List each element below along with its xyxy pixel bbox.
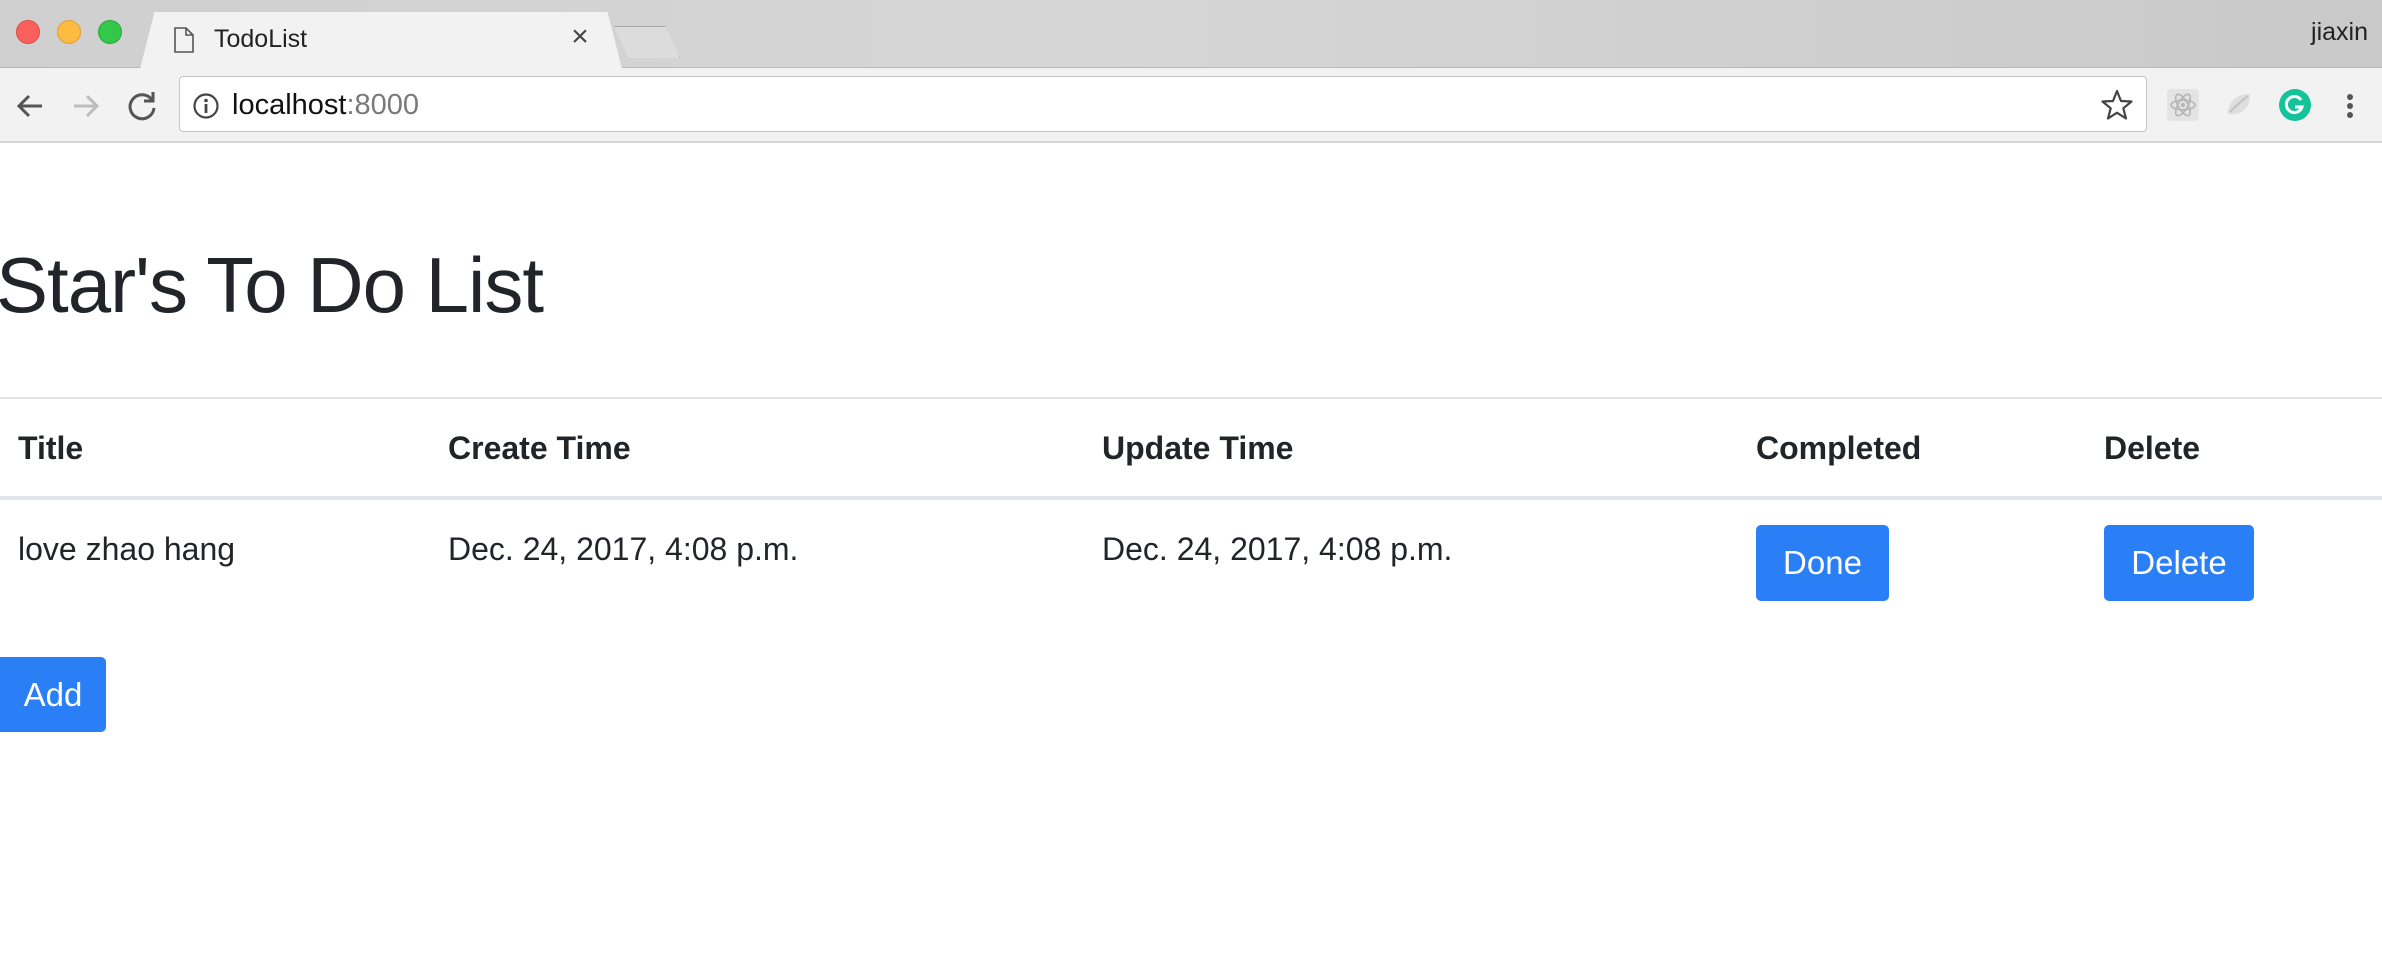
column-header-update-time: Update Time (1102, 430, 1294, 466)
tab-title: TodoList (214, 25, 308, 53)
url-port: :8000 (346, 89, 420, 121)
reload-icon[interactable] (122, 86, 162, 126)
url-text[interactable]: localhost:8000 (232, 89, 419, 122)
document-icon (174, 27, 194, 53)
zoom-window-button[interactable] (98, 20, 122, 44)
address-bar[interactable] (179, 76, 2147, 132)
column-header-title: Title (18, 430, 84, 466)
forward-icon[interactable] (66, 86, 106, 126)
info-icon[interactable] (192, 92, 220, 120)
delete-button[interactable]: Delete (2104, 525, 2254, 601)
tab-todolist[interactable] (140, 12, 622, 69)
profile-name[interactable]: jiaxin (2311, 18, 2368, 47)
extension-leaf-icon[interactable] (2222, 88, 2256, 122)
table-header-border (0, 496, 2382, 500)
todo-title: love zhao hang (18, 531, 236, 567)
bookmark-star-icon[interactable] (2100, 88, 2134, 122)
url-host: localhost (232, 89, 347, 121)
minimize-window-button[interactable] (57, 20, 81, 44)
table-top-border (0, 397, 2382, 399)
column-header-delete: Delete (2104, 430, 2201, 466)
todo-create-time: Dec. 24, 2017, 4:08 p.m. (448, 531, 799, 567)
close-tab-icon[interactable]: × (565, 22, 595, 52)
react-devtools-icon[interactable] (2166, 88, 2200, 122)
add-button[interactable]: Add (0, 657, 106, 732)
page-title: Star's To Do List (0, 241, 544, 329)
column-header-create-time: Create Time (448, 430, 631, 466)
todo-update-time: Dec. 24, 2017, 4:08 p.m. (1102, 531, 1453, 567)
close-window-button[interactable] (16, 20, 40, 44)
back-icon[interactable] (10, 86, 50, 126)
column-header-completed: Completed (1756, 430, 1922, 466)
more-menu-icon[interactable] (2338, 86, 2362, 126)
done-button[interactable]: Done (1756, 525, 1889, 601)
grammarly-icon[interactable] (2278, 88, 2312, 122)
